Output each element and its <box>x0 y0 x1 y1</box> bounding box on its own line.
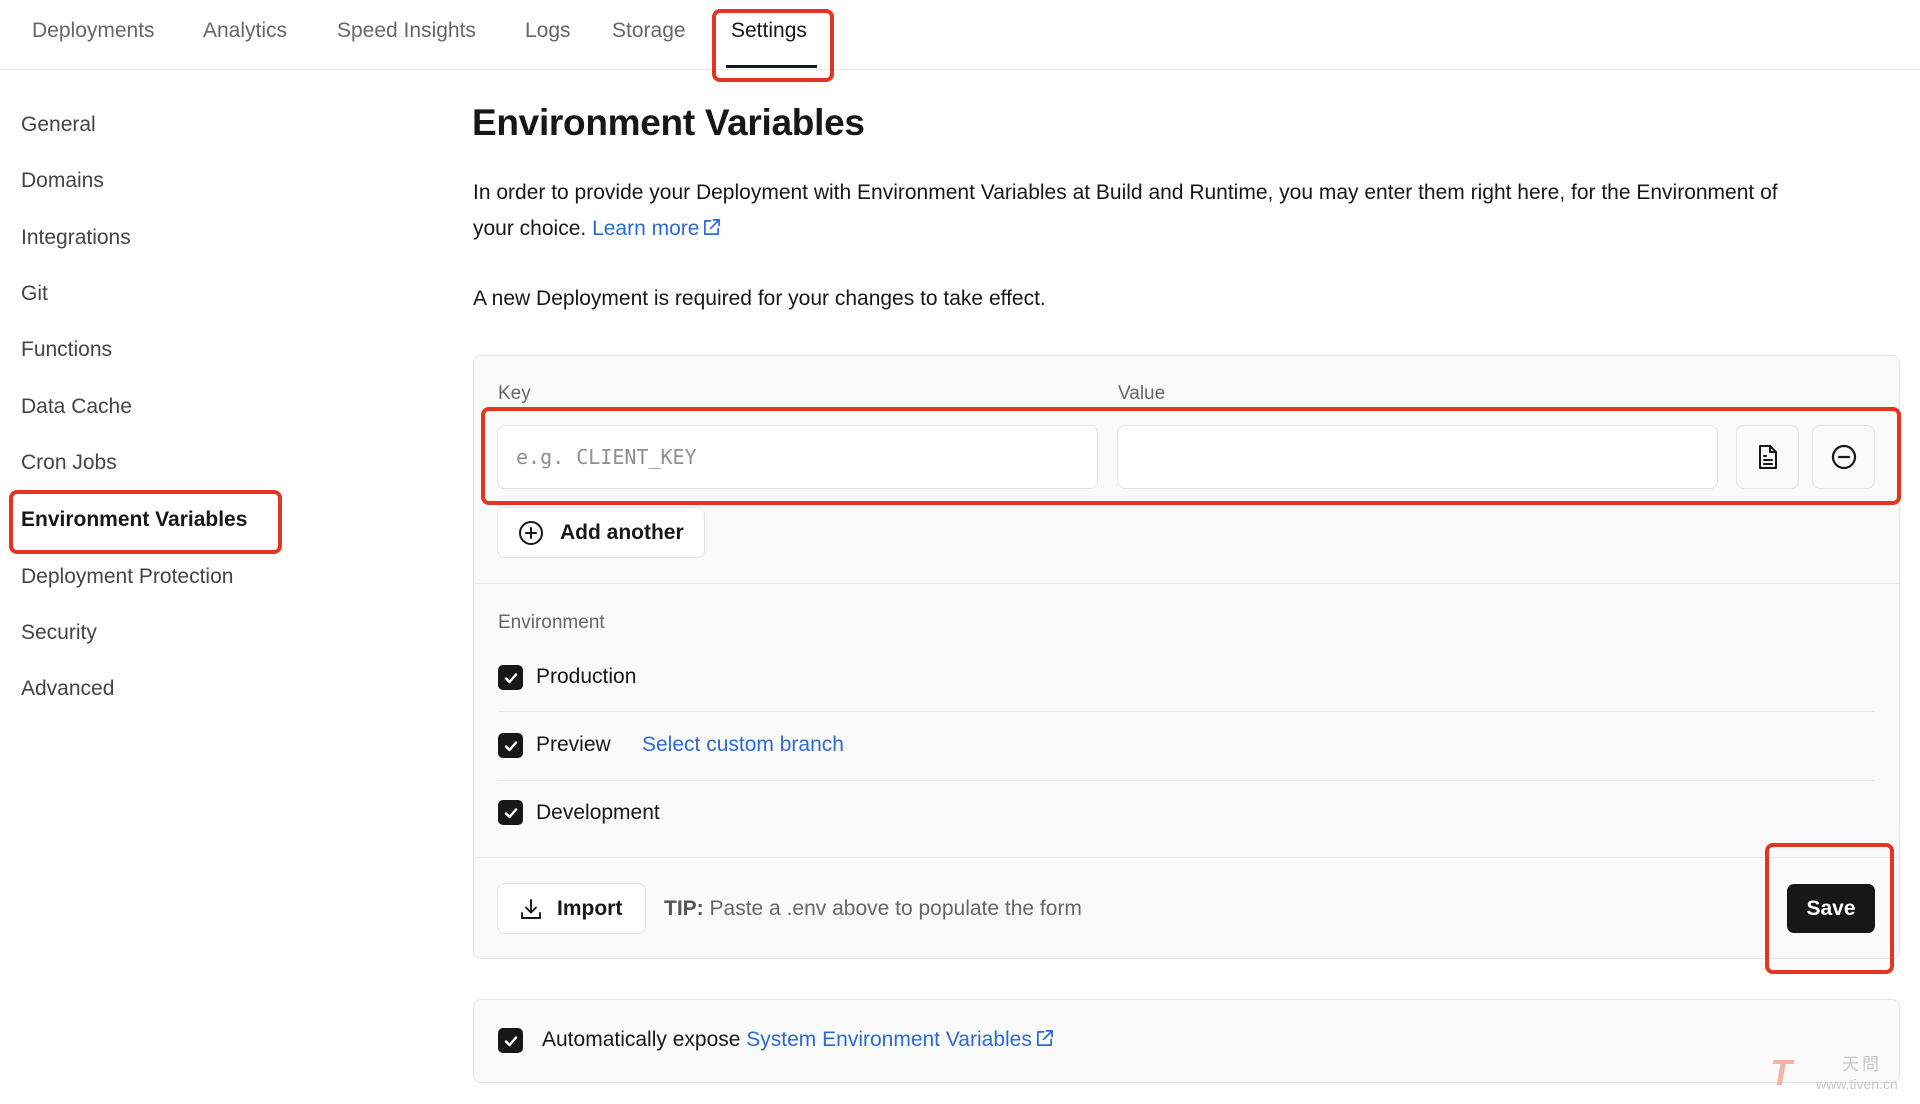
minus-circle-icon <box>1831 444 1856 470</box>
external-link-icon <box>1036 1030 1053 1047</box>
remove-row-button[interactable] <box>1812 425 1875 489</box>
description-line-2: your choice. Learn more <box>473 211 721 247</box>
import-label: Import <box>557 896 623 920</box>
section-divider <box>474 857 1899 858</box>
sidebar-item-functions[interactable]: Functions <box>21 336 112 364</box>
add-note-button[interactable] <box>1736 425 1799 489</box>
value-label: Value <box>1118 383 1166 404</box>
description-line-1: In order to provide your Deployment with… <box>473 181 1778 204</box>
sidebar-item-security[interactable]: Security <box>21 619 97 647</box>
top-navigation: Deployments Analytics Speed Insights Log… <box>0 0 1920 70</box>
tip-text: Paste a .env above to populate the form <box>709 897 1082 920</box>
tab-analytics[interactable]: Analytics <box>203 17 287 45</box>
deployment-notice: A new Deployment is required for your ch… <box>473 287 1046 310</box>
sidebar-item-data-cache[interactable]: Data Cache <box>21 393 132 421</box>
key-label: Key <box>498 383 531 404</box>
development-checkbox[interactable] <box>498 800 523 825</box>
plus-circle-icon <box>519 520 543 545</box>
download-icon <box>521 898 541 919</box>
value-input[interactable] <box>1117 425 1718 489</box>
production-label[interactable]: Production <box>536 663 636 691</box>
tab-speed-insights[interactable]: Speed Insights <box>337 17 476 45</box>
learn-more-link[interactable]: Learn more <box>592 217 721 240</box>
sidebar-item-deployment-protection[interactable]: Deployment Protection <box>21 563 233 591</box>
sidebar-item-general[interactable]: General <box>21 111 96 139</box>
check-icon <box>504 740 517 751</box>
row-divider <box>498 711 1875 712</box>
select-custom-branch-link[interactable]: Select custom branch <box>642 731 844 759</box>
system-env-text: Automatically expose System Environment … <box>542 1026 1054 1054</box>
description-text: your choice. <box>473 217 587 240</box>
sidebar-item-advanced[interactable]: Advanced <box>21 675 114 703</box>
tab-settings[interactable]: Settings <box>731 17 807 45</box>
learn-more-label: Learn more <box>592 217 700 240</box>
sidebar-item-cron-jobs[interactable]: Cron Jobs <box>21 449 117 477</box>
production-checkbox[interactable] <box>498 665 523 690</box>
development-label[interactable]: Development <box>536 799 660 827</box>
preview-label[interactable]: Preview <box>536 731 611 759</box>
check-icon <box>504 672 517 683</box>
sidebar-item-domains[interactable]: Domains <box>21 167 104 195</box>
save-button[interactable]: Save <box>1787 884 1875 933</box>
active-tab-indicator <box>726 65 817 68</box>
system-env-link-label: System Environment Variables <box>746 1028 1032 1051</box>
sidebar-item-integrations[interactable]: Integrations <box>21 224 131 252</box>
tip-prefix: TIP: <box>664 897 704 920</box>
external-link-icon <box>704 219 721 236</box>
add-another-button[interactable]: Add another <box>497 507 705 558</box>
import-button[interactable]: Import <box>497 883 646 934</box>
page-title: Environment Variables <box>472 102 865 143</box>
row-divider <box>498 780 1875 781</box>
system-env-link[interactable]: System Environment Variables <box>746 1028 1054 1051</box>
check-icon <box>504 807 517 818</box>
tab-storage[interactable]: Storage <box>612 17 686 45</box>
preview-checkbox[interactable] <box>498 733 523 758</box>
section-divider <box>474 583 1899 584</box>
import-tip: TIP: Paste a .env above to populate the … <box>664 895 1082 923</box>
system-env-checkbox[interactable] <box>498 1028 523 1053</box>
check-icon <box>504 1035 517 1046</box>
environment-label: Environment <box>498 612 605 633</box>
add-another-label: Add another <box>560 520 684 544</box>
sidebar-item-environment-variables[interactable]: Environment Variables <box>21 506 247 534</box>
tab-logs[interactable]: Logs <box>525 17 571 45</box>
tab-deployments[interactable]: Deployments <box>32 17 155 45</box>
key-input[interactable] <box>497 425 1098 489</box>
system-env-label: Automatically expose <box>542 1028 741 1051</box>
file-text-icon <box>1758 445 1777 469</box>
sidebar-item-git[interactable]: Git <box>21 280 48 308</box>
